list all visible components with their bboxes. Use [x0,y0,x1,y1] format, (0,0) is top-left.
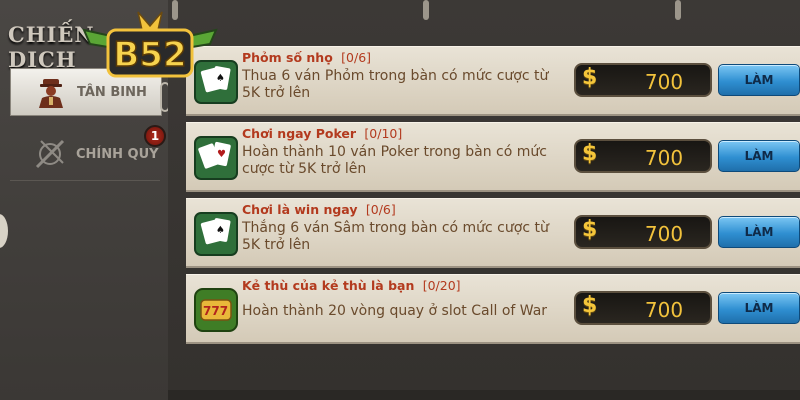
mission-title: Chơi ngay Poker [242,126,357,141]
reward-amount: 700 [644,146,684,170]
mission-progress: [0/20] [422,278,461,293]
dollar-icon: $ [582,217,598,242]
mission-title: Phỏm số nhọ [242,50,333,65]
binder-ring [423,0,429,20]
do-mission-button[interactable]: LÀM [718,140,800,172]
mission-progress: [0/6] [341,50,372,65]
b52-logo: B52 [80,8,220,88]
playing-cards-icon: ♠ [190,205,242,263]
soldier-icon [31,72,71,112]
crossed-rifles-icon [30,134,70,174]
mission-card: ♠ Phỏm số nhọ [0/6] Thua 6 ván Phỏm tron… [186,46,800,116]
reward-box: $ 700 [574,139,712,173]
tab-chinh-quy[interactable]: CHÍNH QUY [10,130,162,178]
svg-text:♥: ♥ [217,149,226,160]
mission-title: Chơi là win ngay [242,202,358,217]
do-mission-button[interactable]: LÀM [718,292,800,324]
reward-amount: 700 [644,222,684,246]
slot-777-icon: 777 [190,281,242,339]
dollar-icon: $ [582,65,598,90]
svg-text:♠: ♠ [216,225,225,236]
do-mission-button[interactable]: LÀM [718,64,800,96]
mission-description: Hoàn thành 20 vòng quay ở slot Call of W… [242,303,548,319]
reward-amount: 700 [644,298,684,322]
mission-progress: [0/10] [364,126,403,141]
mission-card: ♥ Chơi ngay Poker [0/10] Hoàn thành 10 v… [186,122,800,192]
reward-box: $ 700 [574,291,712,325]
mission-description: Thắng 6 ván Sâm trong bàn có mức cược từ… [242,220,549,253]
sidebar-divider [10,180,160,181]
notification-badge: 1 [144,125,166,147]
mission-description: Thua 6 ván Phỏm trong bàn có mức cược từ… [242,68,549,101]
mission-description: Hoàn thành 10 ván Poker trong bàn có mức… [242,144,547,177]
binder-ring [675,0,681,20]
do-mission-button[interactable]: LÀM [718,216,800,248]
dollar-icon: $ [582,293,598,318]
panel-bottom-edge [168,390,800,400]
dollar-icon: $ [582,141,598,166]
logo-text: B52 [113,35,186,75]
reward-box: $ 700 [574,215,712,249]
mission-card: 777 Kẻ thù của kẻ thù là bạn [0/20] Hoàn… [186,274,800,344]
reward-box: $ 700 [574,63,712,97]
mission-card: ♠ Chơi là win ngay [0/6] Thắng 6 ván Sâm… [186,198,800,268]
mission-title: Kẻ thù của kẻ thù là bạn [242,278,415,293]
side-decoration [0,214,8,248]
mission-progress: [0/6] [365,202,396,217]
poker-cards-icon: ♥ [190,129,242,187]
reward-amount: 700 [644,70,684,94]
svg-text:777: 777 [203,304,228,318]
tab-chinh-quy-label: CHÍNH QUY [76,146,159,162]
